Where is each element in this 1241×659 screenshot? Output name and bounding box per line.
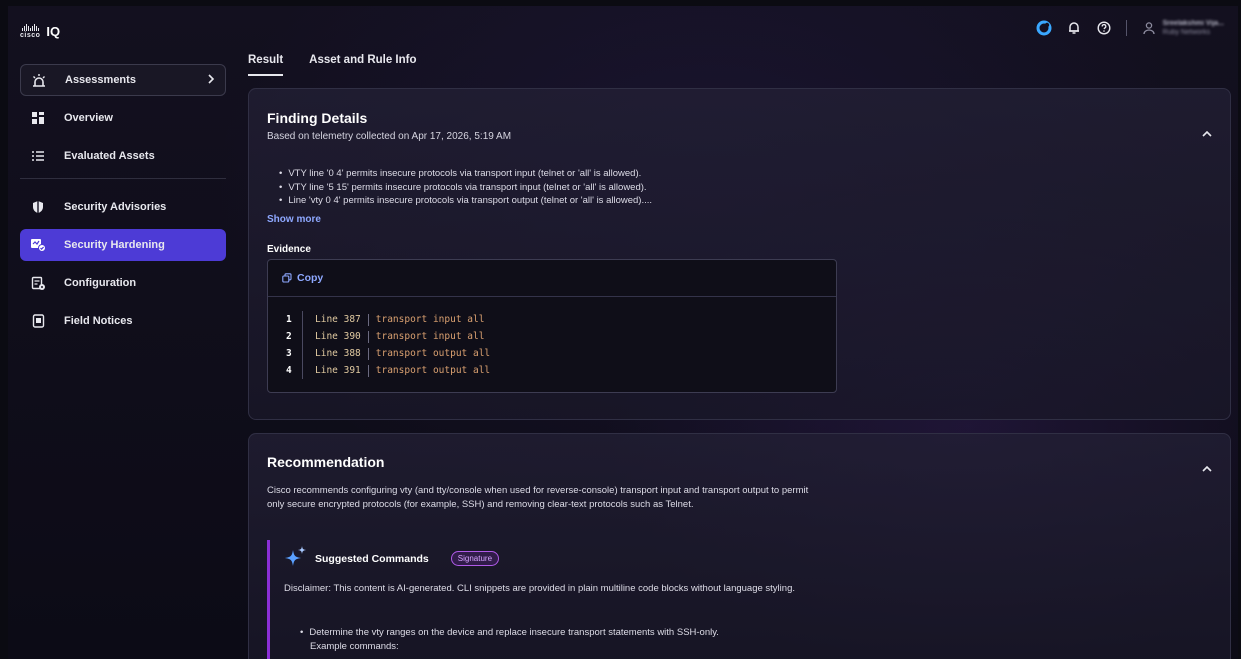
line-number: 1: [286, 314, 292, 325]
help-icon[interactable]: [1096, 20, 1112, 36]
suggested-commands-title: Suggested Commands: [315, 552, 429, 565]
tab-bar: Result Asset and Rule Info: [248, 54, 417, 76]
copy-button[interactable]: Copy: [268, 260, 836, 297]
tab-asset-and-rule-info[interactable]: Asset and Rule Info: [309, 54, 416, 76]
evidence-label: Evidence: [267, 244, 311, 255]
sidebar-item-assessments[interactable]: Assessments: [20, 64, 226, 96]
code-command: transport output all: [375, 365, 491, 376]
finding-details-card: Finding Details Based on telemetry colle…: [248, 88, 1231, 420]
product-name: IQ: [46, 24, 61, 39]
chevron-up-icon: [1202, 130, 1212, 137]
sidebar-item-security-hardening[interactable]: Security Hardening: [20, 229, 226, 261]
configuration-icon: [30, 275, 46, 291]
bell-icon[interactable]: [1066, 20, 1082, 36]
recommendation-title: Recommendation: [267, 454, 385, 470]
code-line: 1 Line 387 transport input all: [286, 311, 836, 328]
show-more-link[interactable]: Show more: [267, 214, 321, 225]
sidebar-item-label: Assessments: [65, 74, 136, 86]
sidebar-item-label: Security Advisories: [64, 201, 167, 213]
code-line: 2 Line 390 transport input all: [286, 328, 836, 345]
user-menu[interactable]: Sreelakshmi Vija... Ruby Networks: [1141, 20, 1224, 36]
app-window: cisco IQ Sreelakshmi Vija... Ruby Networ…: [8, 6, 1238, 659]
cisco-logo-icon: cisco: [20, 24, 40, 39]
hardening-icon: [30, 237, 46, 253]
line-number: 3: [286, 348, 292, 359]
toolbar-divider: [1125, 20, 1127, 36]
sidebar-item-configuration[interactable]: Configuration: [20, 267, 226, 299]
code-command: transport input all: [375, 331, 485, 342]
list-item: VTY line '0 4' permits insecure protocol…: [279, 167, 652, 181]
recommendation-card: Recommendation Cisco recommends configur…: [248, 433, 1231, 659]
collapse-recommendation-button[interactable]: [1202, 460, 1212, 478]
sidebar-item-label: Configuration: [64, 277, 137, 289]
list-item-continuation: Example commands:: [310, 641, 399, 652]
code-command: transport input all: [375, 314, 485, 325]
copy-icon: [282, 273, 292, 283]
line-number: 2: [286, 331, 292, 342]
sidebar-item-evaluated-assets[interactable]: Evaluated Assets: [20, 140, 226, 172]
shield-icon: [30, 199, 46, 215]
sidebar-item-label: Security Hardening: [64, 239, 165, 251]
chevron-right-icon: [207, 74, 215, 87]
cisco-iq-logo[interactable]: cisco IQ: [20, 24, 60, 39]
overview-icon: [30, 110, 46, 126]
list-item: VTY line '5 15' permits insecure protoco…: [279, 181, 652, 195]
list-icon: [30, 148, 46, 164]
code-command: transport output all: [375, 348, 491, 359]
collapse-finding-button[interactable]: [1202, 125, 1212, 143]
signature-badge: Signature: [450, 551, 500, 566]
sidebar-item-overview[interactable]: Overview: [20, 102, 226, 134]
list-item: Determine the vty ranges on the device a…: [300, 626, 830, 640]
chevron-up-icon: [1202, 465, 1212, 472]
code-line-ref: Line 390: [315, 331, 361, 342]
code-line: 4 Line 391 transport output all: [286, 362, 836, 379]
code-line-ref: Line 388: [315, 348, 361, 359]
list-item: Line 'vty 0 4' permits insecure protocol…: [279, 194, 652, 208]
sidebar-divider: [20, 178, 226, 179]
user-name: Sreelakshmi Vija...: [1162, 20, 1224, 27]
code-line-ref: Line 391: [315, 365, 361, 376]
sidebar: Assessments Overview Evaluated Assets Se…: [20, 64, 226, 343]
sparkle-icon: [285, 546, 307, 571]
finding-details-title: Finding Details: [267, 110, 368, 126]
sidebar-item-security-advisories[interactable]: Security Advisories: [20, 191, 226, 223]
user-icon: [1141, 20, 1157, 36]
line-number: 4: [286, 365, 292, 376]
finding-list: VTY line '0 4' permits insecure protocol…: [279, 167, 652, 208]
telemetry-timestamp: Based on telemetry collected on Apr 17, …: [267, 131, 512, 142]
assessments-icon: [31, 72, 47, 88]
top-toolbar: Sreelakshmi Vija... Ruby Networks: [1036, 20, 1224, 36]
code-line-ref: Line 387: [315, 314, 361, 325]
assistant-icon[interactable]: [1036, 20, 1052, 36]
copy-label: Copy: [297, 272, 324, 284]
user-org: Ruby Networks: [1162, 29, 1211, 36]
sidebar-item-label: Overview: [64, 112, 113, 124]
sidebar-item-label: Evaluated Assets: [64, 150, 155, 162]
notice-icon: [30, 313, 46, 329]
recommendation-text: Cisco recommends configuring vty (and tt…: [267, 485, 809, 510]
code-line: 3 Line 388 transport output all: [286, 345, 836, 362]
sidebar-item-field-notices[interactable]: Field Notices: [20, 305, 226, 337]
brand-wordmark: cisco: [20, 32, 41, 39]
ai-disclaimer: Disclaimer: This content is AI-generated…: [284, 583, 795, 594]
sidebar-item-label: Field Notices: [64, 315, 133, 327]
tab-result[interactable]: Result: [248, 54, 284, 76]
evidence-code-block: Copy 1 Line 387 transport input all 2 Li…: [267, 259, 837, 393]
suggested-commands-block: Suggested Commands Signature Disclaimer:…: [267, 540, 867, 659]
suggestion-list: Determine the vty ranges on the device a…: [300, 626, 830, 654]
